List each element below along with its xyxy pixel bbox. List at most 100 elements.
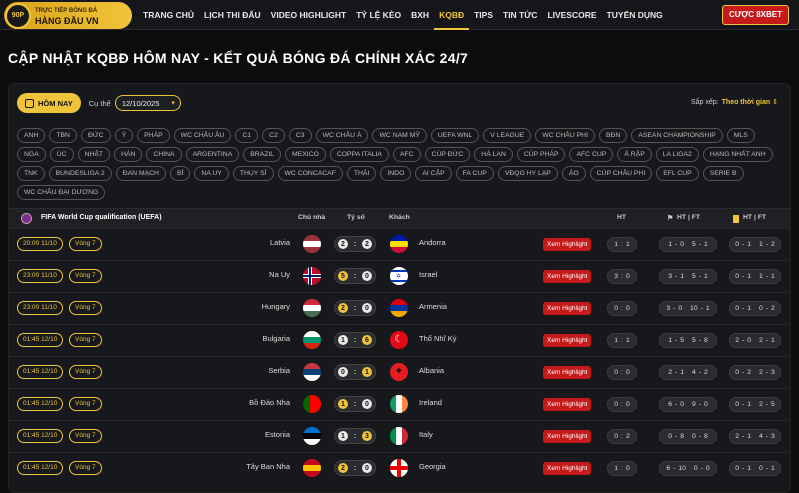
home-team[interactable]: Bulgaria [262, 334, 290, 343]
league-chip[interactable]: NGA [17, 147, 46, 162]
league-chip[interactable]: WC CHÂU Á [315, 128, 369, 143]
league-chip[interactable]: ÚC [49, 147, 74, 162]
league-chip[interactable]: WC CHÂU ĐẠI DƯƠNG [17, 185, 106, 200]
league-chip[interactable]: WC CONCACAF [277, 166, 343, 181]
league-chip[interactable]: THỤY SĨ [232, 166, 274, 181]
league-chip[interactable]: EFL CUP [656, 166, 699, 181]
away-team[interactable]: Italy [419, 430, 433, 439]
league-chip[interactable]: CÚP ĐỨC [424, 147, 471, 162]
league-chip[interactable]: Ý [114, 128, 134, 143]
league-chip[interactable]: C3 [288, 128, 312, 143]
match-row[interactable]: 23:00 11/10 Vòng 7 Na Uy 5:0 ✡ Israel Xem High… [9, 260, 790, 292]
league-chip[interactable]: COPPA ITALIA [329, 147, 389, 162]
league-chip[interactable]: PHÁP [137, 128, 170, 143]
away-team[interactable]: Albania [419, 366, 444, 375]
league-chip[interactable]: AFC CUP [569, 147, 614, 162]
league-chip[interactable]: CHINA [146, 147, 182, 162]
league-chip[interactable]: AFC [392, 147, 421, 162]
nav-item[interactable]: VIDEO HIGHLIGHT [266, 0, 352, 30]
league-chip[interactable]: THÁI [346, 166, 377, 181]
league-chip[interactable]: VĐQG HY LẠP [497, 166, 558, 181]
sort-control[interactable]: Sắp xếp: Theo thời gian ⇕ [691, 98, 778, 106]
league-chip[interactable]: TNK [17, 166, 45, 181]
col-cards-header: HT | FT [743, 214, 767, 221]
nav-item[interactable]: TUYỂN DỤNG [602, 0, 668, 30]
league-chip[interactable]: SERIE B [702, 166, 744, 181]
league-chip[interactable]: INDO [380, 166, 412, 181]
match-row[interactable]: 01:45 12/10 Vòng 7 Bulgaria 1:6 ☾ Thổ Nhĩ Kỳ X… [9, 324, 790, 356]
away-team[interactable]: Israel [419, 270, 437, 279]
league-chip[interactable]: NHẬT [77, 147, 111, 162]
league-chip[interactable]: Ả RẬP [617, 147, 652, 162]
highlight-button[interactable]: Xem Highlight [543, 398, 592, 411]
today-button[interactable]: HÔM NAY [17, 93, 81, 113]
home-team[interactable]: Estonia [265, 430, 290, 439]
highlight-button[interactable]: Xem Highlight [543, 334, 592, 347]
date-picker[interactable]: 12/10/2025 ▾ [114, 95, 181, 111]
league-chip[interactable]: HÀN [114, 147, 143, 162]
league-chip[interactable]: ÁO [561, 166, 586, 181]
league-chip[interactable]: WC CHÂU PHI [535, 128, 595, 143]
home-team[interactable]: Latvia [270, 238, 290, 247]
league-chip[interactable]: ĐỨC [80, 128, 111, 143]
home-team[interactable]: Bồ Đào Nha [249, 398, 290, 407]
match-row[interactable]: 23:00 11/10 Vòng 7 Hungary 2:0 Armenia Xem Hi… [9, 292, 790, 324]
league-chip[interactable]: HẠNG NHẤT ANH [702, 147, 773, 162]
home-team[interactable]: Hungary [262, 302, 290, 311]
score-separator: : [353, 464, 357, 472]
league-chip[interactable]: CÚP PHÁP [516, 147, 566, 162]
nav-item[interactable]: TIPS [469, 0, 498, 30]
league-chip[interactable]: C2 [262, 128, 285, 143]
home-team[interactable]: Serbia [268, 366, 290, 375]
league-chip[interactable]: ĐAN MẠCH [115, 166, 166, 181]
nav-item[interactable]: LỊCH THI ĐẤU [199, 0, 266, 30]
league-chip[interactable]: BĐN [598, 128, 628, 143]
site-logo[interactable]: 90P TRỰC TIẾP BÓNG ĐÁ HÀNG ĐẦU VN [4, 2, 132, 29]
league-chip[interactable]: BRAZIL [243, 147, 282, 162]
league-chip[interactable]: BỈ [169, 166, 191, 181]
nav-item[interactable]: TIN TỨC [498, 0, 542, 30]
match-row[interactable]: 01:45 12/10 Vòng 7 Estonia 1:3 Italy Xem High… [9, 420, 790, 452]
league-chip[interactable]: ARGENTINA [185, 147, 240, 162]
league-chip[interactable]: MLS [726, 128, 755, 143]
away-team[interactable]: Armenia [419, 302, 447, 311]
league-chip[interactable]: ANH [17, 128, 46, 143]
nav-item[interactable]: TRANG CHỦ [138, 0, 199, 30]
highlight-button[interactable]: Xem Highlight [543, 430, 592, 443]
away-team[interactable]: Georgia [419, 462, 446, 471]
bet-button[interactable]: CƯỢC 8XBET [721, 5, 789, 25]
highlight-button[interactable]: Xem Highlight [543, 238, 592, 251]
match-row[interactable]: 01:45 12/10 Vòng 7 Tây Ban Nha 2:0 Georgia Xe… [9, 452, 790, 484]
league-chip[interactable]: HÀ LAN [474, 147, 513, 162]
league-chip[interactable]: TBN [49, 128, 77, 143]
league-chip[interactable]: LA LIGA2 [655, 147, 699, 162]
home-team[interactable]: Na Uy [269, 270, 290, 279]
away-team[interactable]: Thổ Nhĩ Kỳ [419, 334, 457, 343]
away-team[interactable]: Andorra [419, 238, 446, 247]
nav-item[interactable]: TỶ LỆ KÈO [351, 0, 406, 30]
match-row[interactable]: 20:00 11/10 Vòng 7 Latvia 2:2 Andorra Xem Hig… [9, 228, 790, 260]
nav-item[interactable]: KQBĐ [434, 0, 470, 30]
league-chip[interactable]: FA CUP [455, 166, 494, 181]
away-team[interactable]: Ireland [419, 398, 442, 407]
league-chip[interactable]: WC NAM MỸ [372, 128, 427, 143]
nav-item[interactable]: BXH [406, 0, 434, 30]
league-chip[interactable]: UEFA WNL [430, 128, 480, 143]
match-row[interactable]: 01:45 12/10 Vòng 7 Serbia 0:1 ✦ Albania Xem Hi… [9, 356, 790, 388]
nav-item[interactable]: LIVESCORE [542, 0, 601, 30]
league-chip[interactable]: BUNDESLIGA 2 [48, 166, 112, 181]
league-chip[interactable]: MEXICO [285, 147, 326, 162]
highlight-button[interactable]: Xem Highlight [543, 270, 592, 283]
league-chip[interactable]: C1 [235, 128, 259, 143]
highlight-button[interactable]: Xem Highlight [543, 366, 592, 379]
league-chip[interactable]: CÚP CHÂU PHI [589, 166, 653, 181]
league-chip[interactable]: V LEAGUE [483, 128, 532, 143]
highlight-button[interactable]: Xem Highlight [543, 462, 592, 475]
league-chip[interactable]: NA UY [194, 166, 229, 181]
home-team[interactable]: Tây Ban Nha [246, 462, 290, 471]
highlight-button[interactable]: Xem Highlight [543, 302, 592, 315]
league-chip[interactable]: AI CẬP [415, 166, 452, 181]
league-chip[interactable]: WC CHÂU ÂU [173, 128, 232, 143]
league-chip[interactable]: ASEAN CHAMPIONSHIP [631, 128, 723, 143]
match-row[interactable]: 01:45 12/10 Vòng 7 Bồ Đào Nha 1:0 Ireland Xem… [9, 388, 790, 420]
